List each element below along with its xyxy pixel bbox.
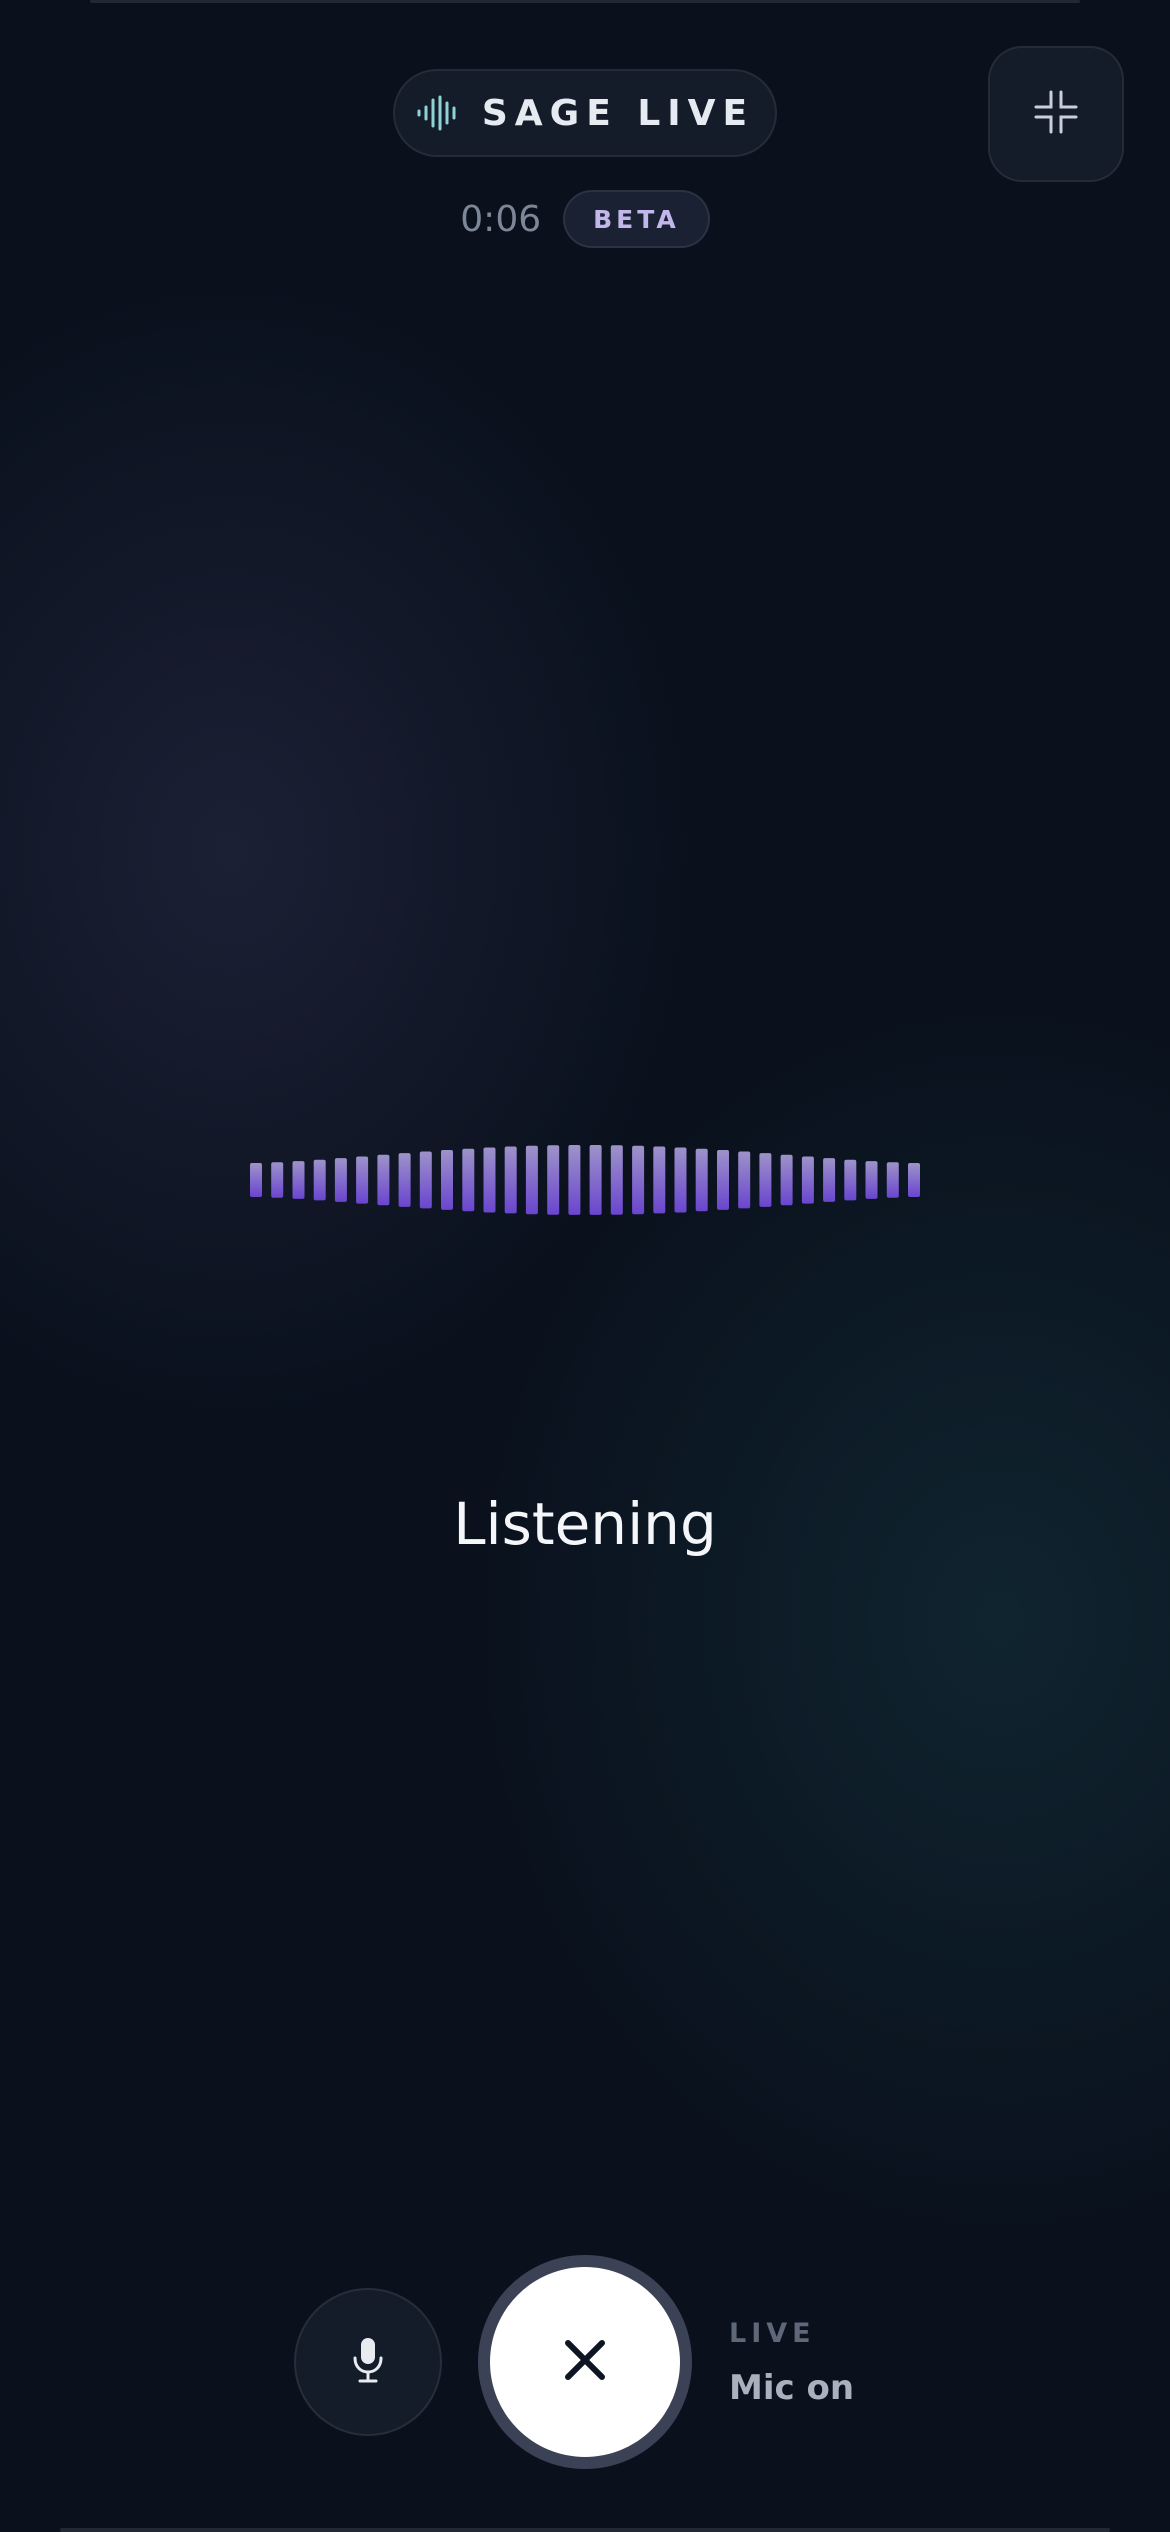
visualizer-bar <box>271 1162 284 1198</box>
collapse-icon <box>1033 89 1079 139</box>
visualizer-bar <box>674 1147 687 1213</box>
visualizer-bar <box>653 1146 666 1214</box>
visualizer-bar <box>780 1154 793 1206</box>
visualizer-bar <box>419 1151 432 1209</box>
home-indicator-line <box>60 2528 1110 2532</box>
visualizer-bar <box>356 1156 369 1204</box>
visualizer-bar <box>568 1145 581 1215</box>
mic-state: Mic on <box>729 2368 855 2408</box>
visualizer-bar <box>504 1146 517 1214</box>
mic-button[interactable] <box>294 2288 442 2436</box>
visualizer-bar <box>250 1163 262 1197</box>
app-title: SAGE LIVE <box>481 92 755 134</box>
listening-status: Listening <box>453 1490 717 1558</box>
visualizer-bar <box>695 1148 708 1212</box>
visualizer-bar <box>759 1153 772 1207</box>
visualizer-bar <box>738 1151 751 1209</box>
visualizer-bar <box>717 1150 729 1210</box>
background <box>0 0 1170 2532</box>
audio-visualizer <box>250 1145 920 1215</box>
visualizer-bar <box>908 1163 920 1197</box>
session-info: 0:06 BETA <box>0 188 1170 250</box>
visualizer-bar <box>589 1145 602 1215</box>
end-session-ring <box>478 2255 692 2469</box>
title-pill: SAGE LIVE <box>393 69 777 157</box>
visualizer-bar <box>334 1158 347 1202</box>
beta-badge: BETA <box>563 190 710 248</box>
collapse-button[interactable] <box>988 46 1124 182</box>
visualizer-bar <box>886 1162 899 1198</box>
visualizer-bar <box>377 1154 390 1206</box>
visualizer-bar <box>441 1150 453 1210</box>
visualizer-bar <box>865 1161 878 1199</box>
waveform-icon <box>416 95 460 131</box>
visualizer-bar <box>292 1161 305 1199</box>
visualizer-bar <box>525 1145 538 1215</box>
close-icon <box>563 2338 607 2386</box>
visualizer-bar <box>801 1156 814 1204</box>
visualizer-bar <box>610 1145 623 1215</box>
top-edge <box>90 0 1080 3</box>
visualizer-bar <box>844 1159 857 1201</box>
visualizer-bar <box>313 1159 326 1201</box>
visualizer-bar <box>547 1145 560 1215</box>
visualizer-bar <box>483 1147 496 1213</box>
session-timer: 0:06 <box>460 198 542 240</box>
microphone-icon <box>351 2337 385 2387</box>
visualizer-bar <box>462 1148 475 1212</box>
end-session-button[interactable] <box>490 2267 680 2457</box>
visualizer-bar <box>632 1145 645 1215</box>
visualizer-bar <box>823 1158 836 1202</box>
visualizer-bar <box>398 1153 411 1207</box>
live-label: LIVE <box>729 2318 816 2349</box>
